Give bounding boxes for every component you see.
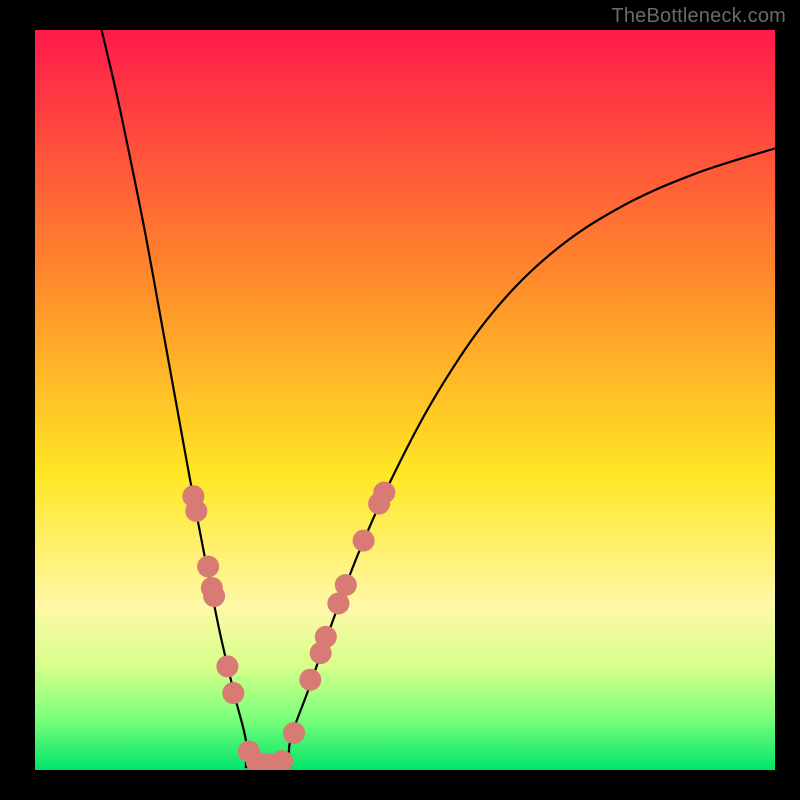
watermark-text: TheBottleneck.com [611, 5, 786, 28]
chart-stage: TheBottleneck.com [0, 0, 800, 800]
chart-plot-area [35, 30, 775, 770]
data-marker [299, 669, 321, 691]
data-marker [185, 500, 207, 522]
data-marker [353, 530, 375, 552]
data-marker [335, 574, 357, 596]
data-marker [222, 682, 244, 704]
data-marker [373, 482, 395, 504]
data-marker [315, 626, 337, 648]
gradient-background [35, 30, 775, 770]
data-marker [283, 722, 305, 744]
data-marker [203, 585, 225, 607]
data-marker [197, 556, 219, 578]
data-marker [216, 655, 238, 677]
